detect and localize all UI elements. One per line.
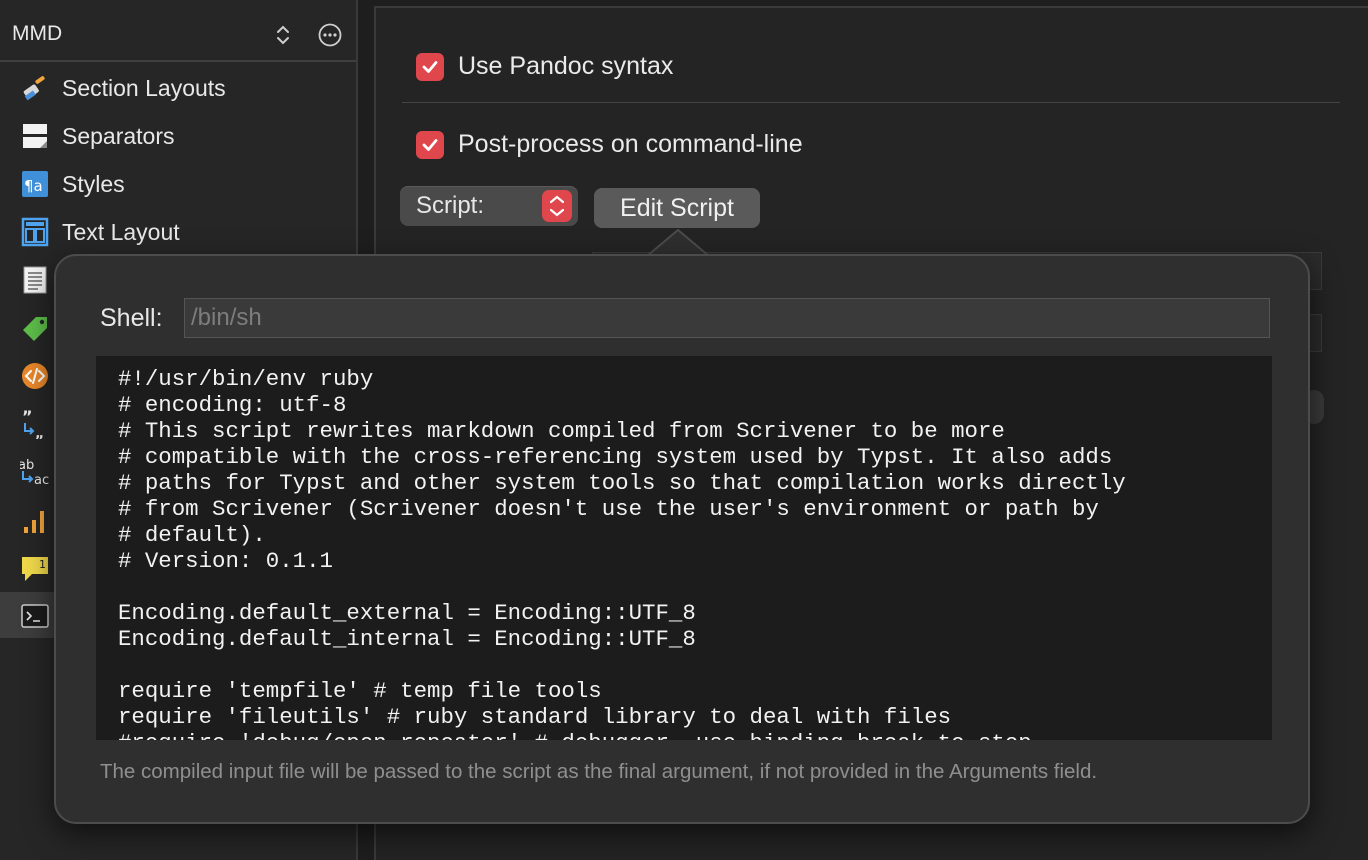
sidebar-item-separators[interactable]: Separators — [0, 112, 356, 158]
checkmark-icon — [422, 138, 438, 151]
popover-arrow — [647, 229, 709, 257]
sidebar-item-styles[interactable]: ¶a Styles — [0, 160, 356, 206]
sidebar-item-label: Text Layout — [62, 219, 180, 245]
script-popup-label: Script: — [416, 192, 485, 219]
sidebar-item-text-layout[interactable]: Text Layout — [0, 208, 356, 254]
format-title: MMD — [12, 22, 63, 45]
shell-field[interactable] — [184, 298, 1270, 338]
script-text[interactable]: #!/usr/bin/env ruby # encoding: utf-8 # … — [118, 366, 1126, 740]
shell-input[interactable] — [185, 299, 1269, 337]
post-process-label: Post-process on command-line — [458, 130, 803, 158]
divider — [402, 102, 1340, 103]
sidebar-header: MMD — [0, 0, 356, 62]
edit-script-button[interactable]: Edit Script — [594, 188, 760, 228]
separator-icon — [23, 124, 47, 148]
sidebar-item-section-layouts[interactable]: Section Layouts — [0, 64, 356, 110]
edit-script-popover: Shell: #!/usr/bin/env ruby # encoding: u… — [54, 254, 1310, 824]
sidebar-item-label: Section Layouts — [62, 75, 226, 101]
chart-icon — [24, 511, 44, 533]
svg-text:ac: ac — [34, 473, 49, 487]
terminal-icon — [21, 604, 49, 628]
svg-text:¶a: ¶a — [24, 177, 43, 195]
comment-icon: 1 — [22, 557, 48, 581]
script-editor[interactable]: #!/usr/bin/env ruby # encoding: utf-8 # … — [96, 356, 1272, 740]
sidebar-item-label: Styles — [62, 171, 125, 197]
popup-arrows — [542, 190, 572, 222]
quote-replace-icon: ” „ — [22, 409, 44, 439]
more-options-icon[interactable] — [318, 23, 342, 47]
script-hint: The compiled input file will be passed t… — [100, 760, 1098, 783]
brush-icon — [23, 76, 45, 101]
code-icon — [22, 363, 48, 389]
svg-text:ab: ab — [20, 458, 34, 473]
shell-label: Shell: — [100, 304, 163, 332]
comment-badge: 1 — [39, 558, 46, 571]
post-process-row: Post-process on command-line — [416, 130, 803, 159]
use-pandoc-label: Use Pandoc syntax — [458, 52, 674, 80]
use-pandoc-checkbox[interactable] — [416, 52, 444, 81]
sidebar-item-label: Separators — [62, 123, 175, 149]
tag-icon — [23, 317, 47, 341]
checkmark-icon — [422, 60, 438, 73]
format-stepper-icon[interactable] — [274, 22, 292, 48]
post-process-checkbox[interactable] — [416, 130, 444, 159]
chevron-updown-icon — [549, 195, 565, 217]
text-replace-icon: ab ac — [20, 458, 49, 487]
script-popup[interactable]: Script: — [400, 186, 578, 226]
use-pandoc-row: Use Pandoc syntax — [416, 52, 673, 81]
styles-icon: ¶a — [22, 171, 48, 197]
text-layout-icon — [21, 217, 49, 247]
svg-text:”: ” — [22, 409, 33, 426]
svg-text:„: „ — [35, 426, 44, 439]
document-icon — [23, 266, 47, 294]
